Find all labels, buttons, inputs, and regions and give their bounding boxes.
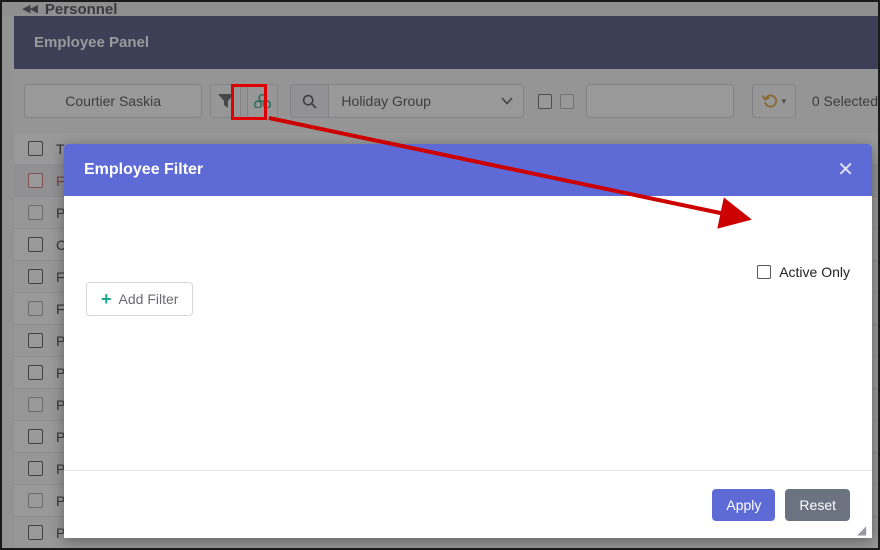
close-icon[interactable]: ✕	[837, 160, 854, 180]
active-only-row: Active Only	[757, 264, 850, 280]
dialog-footer: Apply Reset ◢	[64, 470, 872, 538]
dialog-title: Employee Filter	[84, 161, 204, 178]
plus-icon: +	[101, 289, 112, 309]
screenshot-root: ◀◀ Personnel Employee Panel Courtier Sas…	[0, 0, 880, 550]
active-only-label: Active Only	[779, 264, 850, 280]
dialog-header: Employee Filter ✕	[64, 144, 872, 196]
resize-handle[interactable]: ◢	[857, 524, 869, 536]
add-filter-label: Add Filter	[118, 291, 179, 307]
add-filter-button[interactable]: + Add Filter	[86, 282, 194, 316]
apply-button[interactable]: Apply	[712, 488, 776, 521]
active-only-checkbox[interactable]	[757, 265, 772, 279]
employee-filter-dialog: Employee Filter ✕ Active Only + Add Filt…	[64, 144, 872, 538]
reset-button[interactable]: Reset	[785, 488, 850, 521]
dialog-body: Active Only + Add Filter	[64, 196, 872, 470]
